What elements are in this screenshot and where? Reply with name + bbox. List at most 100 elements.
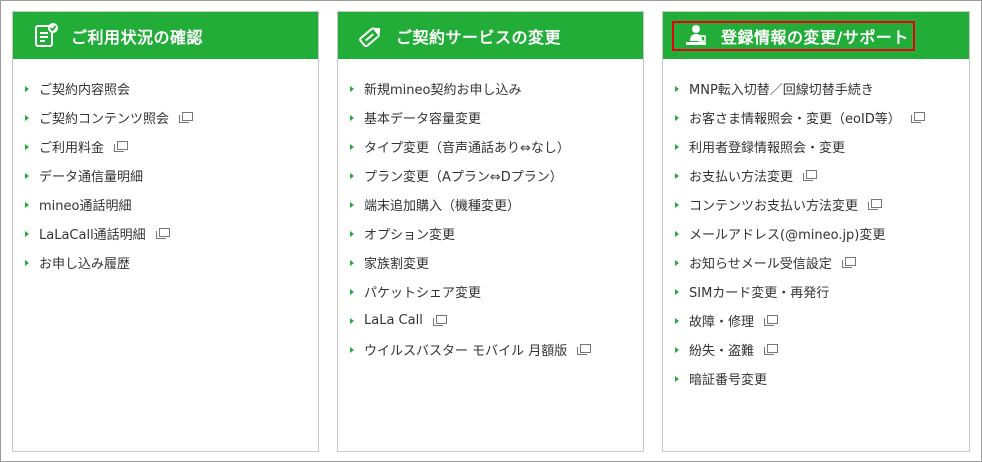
menu-item[interactable]: コンテンツお支払い方法変更 [675,190,969,219]
menu-link[interactable]: 基本データ容量変更 [364,108,481,127]
menu-item[interactable]: ご利用料金 [25,132,318,161]
menu-item[interactable]: ご契約コンテンツ照会 [25,103,318,132]
menu-item[interactable]: MNP転入切替／回線切替手続き [675,74,969,103]
arrow-bullet-icon [350,201,354,208]
menu-item[interactable]: お支払い方法変更 [675,161,969,190]
menu-item[interactable]: 故障・修理 [675,306,969,335]
arrow-bullet-icon [675,259,679,266]
menu-link[interactable]: 端末追加購入（機種変更） [364,195,520,214]
menu-item[interactable]: お申し込み履歴 [25,248,318,277]
menu-link[interactable]: 家族割変更 [364,253,429,272]
menu-item[interactable]: 利用者登録情報照会・変更 [675,132,969,161]
arrow-bullet-icon [25,259,29,266]
external-window-icon[interactable] [155,228,170,239]
menu-item[interactable]: 端末追加購入（機種変更） [350,190,643,219]
external-window-icon[interactable] [764,315,779,326]
arrow-bullet-icon [350,143,354,150]
arrow-bullet-icon [350,85,354,92]
external-window-icon[interactable] [841,257,856,268]
menu-item[interactable]: お客さま情報照会・変更（eoID等） [675,103,969,132]
pencil-tag-icon [356,21,386,51]
external-window-icon[interactable] [803,170,818,181]
menu-link[interactable]: お客さま情報照会・変更（eoID等） [689,108,901,127]
menu-item[interactable]: 基本データ容量変更 [350,103,643,132]
arrow-bullet-icon [350,172,354,179]
arrow-bullet-icon [350,114,354,121]
menu-item[interactable]: 紛失・盗難 [675,335,969,364]
menu-link[interactable]: ご契約コンテンツ照会 [39,108,169,127]
menu-link[interactable]: お申し込み履歴 [39,253,130,272]
menu-link[interactable]: 利用者登録情報照会・変更 [689,137,845,156]
menu-link[interactable]: お知らせメール受信設定 [689,253,832,272]
arrow-bullet-icon [675,114,679,121]
menu-link[interactable]: プラン変更（Aプラン⇔Dプラン） [364,166,563,185]
panel-title: ご利用状況の確認 [71,27,204,47]
arrow-bullet-icon [25,143,29,150]
menu-link[interactable]: メールアドレス(@mineo.jp)変更 [689,224,885,243]
menu-item[interactable]: LaLaCall通話明細 [25,219,318,248]
panel-title: 登録情報の変更/サポート [721,27,909,47]
menu-item[interactable]: タイプ変更（音声通話あり⇔なし） [350,132,643,161]
menu-link[interactable]: お支払い方法変更 [689,166,793,185]
menu-item[interactable]: 新規mineo契約お申し込み [350,74,643,103]
menu-link[interactable]: MNP転入切替／回線切替手続き [689,79,874,98]
menu-link[interactable]: ご契約内容照会 [39,79,130,98]
arrow-bullet-icon [675,85,679,92]
menu-link[interactable]: SIMカード変更・再発行 [689,282,829,301]
arrow-bullet-icon [675,172,679,179]
menu-link[interactable]: ご利用料金 [39,137,104,156]
arrow-bullet-icon [25,172,29,179]
arrow-bullet-icon [350,230,354,237]
menu-item[interactable]: SIMカード変更・再発行 [675,277,969,306]
menu-link[interactable]: 紛失・盗難 [689,340,754,359]
arrow-bullet-icon [675,201,679,208]
menu-item[interactable]: LaLa Call [350,306,643,335]
menu-list: ご契約内容照会ご契約コンテンツ照会 ご利用料金データ通信量明細 mineo通話明細 L… [13,59,318,277]
notepad-check-icon [31,21,61,51]
external-window-icon[interactable] [868,199,883,210]
menu-item[interactable]: mineo通話明細 [25,190,318,219]
menu-item[interactable]: データ通信量明細 [25,161,318,190]
menu-link[interactable]: ウイルスバスター モバイル 月額版 [364,340,567,359]
menu-link[interactable]: タイプ変更（音声通話あり⇔なし） [364,137,570,156]
menu-link[interactable]: オプション変更 [364,224,455,243]
external-window-icon[interactable] [179,112,194,123]
menu-link[interactable]: データ通信量明細 [39,166,143,185]
menu-list: MNP転入切替／回線切替手続きお客さま情報照会・変更（eoID等） 利用者登録情報… [663,59,969,393]
menu-item[interactable]: オプション変更 [350,219,643,248]
menu-item[interactable]: お知らせメール受信設定 [675,248,969,277]
external-window-icon[interactable] [764,344,779,355]
menu-link[interactable]: mineo通話明細 [39,195,131,214]
arrow-bullet-icon [675,375,679,382]
external-window-icon[interactable] [432,315,447,326]
menu-link[interactable]: 暗証番号変更 [689,369,767,388]
menu-link[interactable]: コンテンツお支払い方法変更 [689,195,858,214]
arrow-bullet-icon [675,317,679,324]
menu-list: 新規mineo契約お申し込み 基本データ容量変更タイプ変更（音声通話あり⇔なし） プ… [338,59,643,364]
menu-item[interactable]: 暗証番号変更 [675,364,969,393]
menu-item[interactable]: メールアドレス(@mineo.jp)変更 [675,219,969,248]
menu-link[interactable]: LaLa Call [364,313,423,328]
menu-item[interactable]: パケットシェア変更 [350,277,643,306]
menu-item[interactable]: プラン変更（Aプラン⇔Dプラン） [350,161,643,190]
arrow-bullet-icon [350,259,354,266]
menu-link[interactable]: パケットシェア変更 [364,282,481,301]
arrow-bullet-icon [350,288,354,295]
arrow-bullet-icon [350,346,354,353]
person-desk-icon [681,21,711,51]
menu-item[interactable]: ウイルスバスター モバイル 月額版 [350,335,643,364]
external-window-icon[interactable] [577,344,592,355]
arrow-bullet-icon [675,230,679,237]
panel-header: 登録情報の変更/サポート [663,12,969,59]
arrow-bullet-icon [25,230,29,237]
external-window-icon[interactable] [910,112,925,123]
external-window-icon[interactable] [114,141,129,152]
menu-item[interactable]: ご契約内容照会 [25,74,318,103]
menu-link[interactable]: 新規mineo契約お申し込み [364,79,521,98]
arrow-bullet-icon [25,201,29,208]
menu-item[interactable]: 家族割変更 [350,248,643,277]
panel-title: ご契約サービスの変更 [396,27,562,47]
menu-link[interactable]: LaLaCall通話明細 [39,224,146,243]
arrow-bullet-icon [675,346,679,353]
menu-link[interactable]: 故障・修理 [689,311,754,330]
